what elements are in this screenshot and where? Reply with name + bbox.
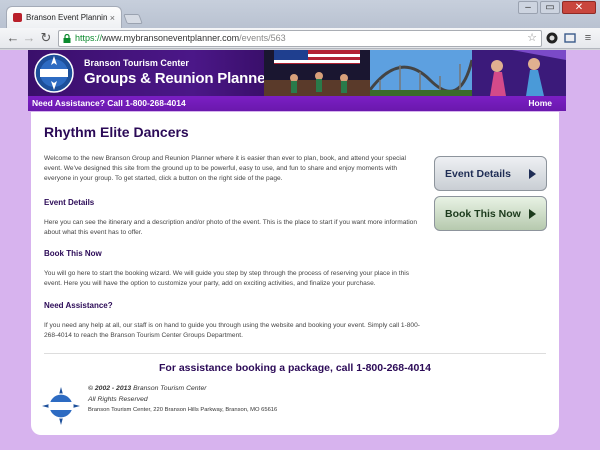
minimize-button[interactable]: – xyxy=(518,1,538,14)
restore-button[interactable]: ▭ xyxy=(540,1,560,14)
groups-logo-icon xyxy=(34,53,74,93)
extension-icon[interactable] xyxy=(546,32,558,44)
url-scheme: https:// xyxy=(75,33,103,43)
tab-title: Branson Event Planning S xyxy=(26,13,107,22)
page-title: Rhythm Elite Dancers xyxy=(44,124,189,140)
url-path: /events/563 xyxy=(239,33,286,43)
assistance-paragraph: If you need any help at all, our staff i… xyxy=(44,322,420,339)
banner-photo-performers xyxy=(472,50,566,96)
browser-tab[interactable]: Branson Event Planning S × xyxy=(6,6,122,28)
tourism-center-logo-icon xyxy=(42,387,80,425)
favicon-icon xyxy=(13,13,22,22)
content-card: Rhythm Elite Dancers Welcome to the new … xyxy=(31,112,559,435)
site-banner: Branson Tourism Center Groups & Reunion … xyxy=(28,50,566,96)
home-link[interactable]: Home xyxy=(528,96,552,111)
copyright: © 2002 - 2013 Branson Tourism Center xyxy=(88,385,207,392)
event-details-button-label: Event Details xyxy=(445,167,511,180)
tab-strip: Branson Event Planning S × – ▭ ✕ xyxy=(0,0,600,28)
window-controls: – ▭ ✕ xyxy=(518,1,596,14)
book-button-label: Book This Now xyxy=(445,207,521,220)
assistance-bar: Need Assistance? Call 1-800-268-4014 Hom… xyxy=(28,96,566,111)
event-details-button[interactable]: Event Details xyxy=(434,156,547,191)
banner-subtitle: Branson Tourism Center xyxy=(84,58,189,68)
intro-paragraph: Welcome to the new Branson Group and Reu… xyxy=(44,155,407,182)
play-arrow-icon xyxy=(529,168,536,179)
rights-reserved: All Rights Reserved xyxy=(88,396,148,403)
book-this-now-button[interactable]: Book This Now xyxy=(434,196,547,231)
assistance-callout: For assistance booking a package, call 1… xyxy=(159,362,431,374)
divider xyxy=(44,353,546,354)
assistance-heading: Need Assistance? xyxy=(44,301,113,310)
tab-close-icon[interactable]: × xyxy=(110,13,115,23)
copyright-years: © 2002 - 2013 xyxy=(88,385,132,392)
web-page: Branson Tourism Center Groups & Reunion … xyxy=(0,50,600,450)
cast-icon[interactable] xyxy=(564,32,576,44)
banner-photo-dancers xyxy=(264,50,370,96)
address-bar[interactable]: https://www.mybransoneventplanner.com/ev… xyxy=(58,30,542,47)
close-window-button[interactable]: ✕ xyxy=(562,1,596,14)
event-details-paragraph: Here you can see the itinerary and a des… xyxy=(44,219,417,236)
book-paragraph: You will go here to start the booking wi… xyxy=(44,270,410,287)
forward-icon[interactable]: → xyxy=(20,30,38,46)
reload-icon[interactable]: ↻ xyxy=(37,30,55,46)
lock-icon xyxy=(63,34,71,43)
play-arrow-icon xyxy=(529,208,536,219)
event-details-heading: Event Details xyxy=(44,198,95,207)
copyright-owner: Branson Tourism Center xyxy=(131,385,207,392)
banner-title: Groups & Reunion Planner xyxy=(84,70,271,87)
assistance-phone: Need Assistance? Call 1-800-268-4014 xyxy=(32,98,186,108)
banner-photo-coaster xyxy=(370,50,472,96)
browser-toolbar: ← → ↻ https://www.mybransoneventplanner.… xyxy=(0,28,600,49)
address: Branson Tourism Center, 220 Branson Hill… xyxy=(88,407,278,413)
url-host: www.mybransoneventplanner.com xyxy=(102,33,240,43)
bookmark-star-icon[interactable]: ☆ xyxy=(527,31,537,46)
menu-icon[interactable]: ≡ xyxy=(579,30,597,46)
book-heading: Book This Now xyxy=(44,249,102,258)
new-tab-button[interactable] xyxy=(123,14,143,24)
